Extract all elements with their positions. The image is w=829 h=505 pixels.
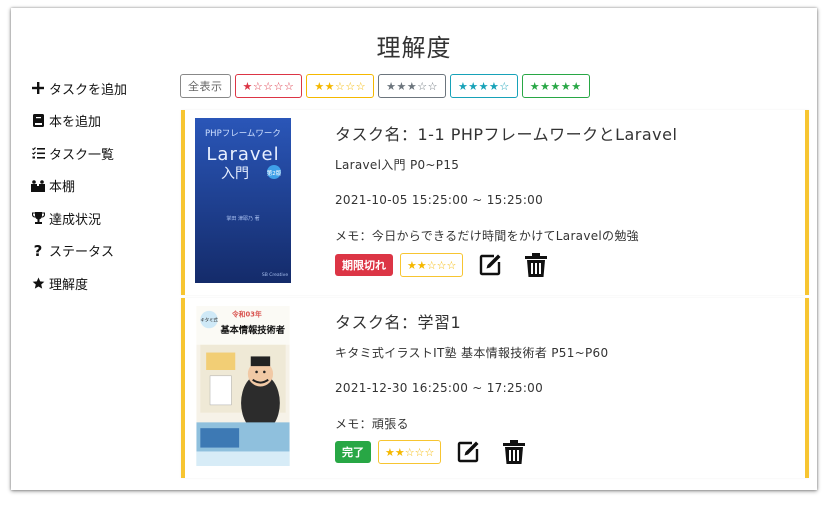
sidebar-item-label: 達成状況 bbox=[49, 212, 102, 228]
cover-publisher: SB Creative bbox=[262, 272, 288, 278]
delete-button[interactable] bbox=[501, 439, 527, 465]
sidebar-item-task-list[interactable]: タスク一覧 bbox=[31, 137, 181, 170]
filter-all-button[interactable]: 全表示 bbox=[180, 74, 231, 98]
task-book: キタミ式イラストIT塾 基本情報技術者 P51~P60 bbox=[335, 346, 609, 360]
task-title: タスク名：1-1 PHPフレームワークとLaravel bbox=[335, 125, 678, 144]
sidebar-item-add-book[interactable]: 本を追加 bbox=[31, 105, 181, 138]
cover-author: 掌田 津耶乃 著 bbox=[226, 215, 259, 222]
sidebar-item-label: ステータス bbox=[49, 245, 115, 261]
filter-4-star-button[interactable]: ★★★★☆ bbox=[449, 74, 518, 98]
sidebar-item-status[interactable]: ? ステータス bbox=[31, 235, 181, 268]
edit-button[interactable] bbox=[477, 252, 503, 278]
question-icon: ? bbox=[33, 241, 43, 260]
bookshelf-icon bbox=[31, 179, 45, 192]
task-datetime: 2021-10-05 15:25:00 ~ 15:25:00 bbox=[335, 193, 544, 207]
status-badge: 完了 bbox=[335, 441, 371, 463]
task-card: 令和03年 キタミ式 基本情報技術者 タスク名：学習1 キタミ式イラストIT塾 … bbox=[181, 298, 809, 478]
book-cover-image: 令和03年 キタミ式 基本情報技術者 bbox=[196, 306, 290, 466]
task-title: タスク名：学習1 bbox=[335, 313, 462, 332]
trash-icon bbox=[525, 253, 548, 277]
task-memo: メモ：今日からできるだけ時間をかけてLaravelの勉強 bbox=[335, 229, 639, 243]
trash-icon bbox=[503, 440, 526, 464]
filter-2-star-button[interactable]: ★★☆☆☆ bbox=[306, 74, 375, 98]
edit-button[interactable] bbox=[455, 439, 481, 465]
sidebar-item-label: 本を追加 bbox=[49, 115, 102, 131]
star-icon bbox=[31, 277, 45, 290]
task-card: PHPフレームワーク Laravel 入門 第2版 掌田 津耶乃 著 SB Cr… bbox=[181, 110, 809, 295]
rating-badge: ★★☆☆☆ bbox=[400, 253, 464, 277]
sidebar-item-label: タスクを追加 bbox=[49, 82, 128, 98]
cover-series: キタミ式 bbox=[200, 317, 218, 324]
task-datetime: 2021-12-30 16:25:00 ~ 17:25:00 bbox=[335, 381, 544, 395]
plus-icon bbox=[31, 82, 45, 95]
main-frame: 理解度 タスクを追加 本を追加 タスク一覧 本棚 達成状況 ? ステータス 理解… bbox=[11, 8, 817, 490]
cover-year: 令和03年 bbox=[231, 310, 262, 319]
sidebar-item-label: タスク一覧 bbox=[49, 147, 115, 163]
filter-5-star-button[interactable]: ★★★★★ bbox=[521, 74, 590, 98]
sidebar-item-add-task[interactable]: タスクを追加 bbox=[31, 72, 181, 105]
task-info: タスク名：学習1 キタミ式イラストIT塾 基本情報技術者 P51~P60 202… bbox=[335, 306, 608, 432]
sidebar: タスクを追加 本を追加 タスク一覧 本棚 達成状況 ? ステータス 理解度 bbox=[31, 72, 181, 300]
sidebar-item-label: 理解度 bbox=[49, 277, 89, 293]
filter-3-star-button[interactable]: ★★★☆☆ bbox=[378, 74, 446, 98]
delete-button[interactable] bbox=[523, 252, 549, 278]
task-book: Laravel入門 P0~P15 bbox=[335, 158, 460, 172]
sidebar-item-understanding[interactable]: 理解度 bbox=[31, 267, 181, 300]
cover-title: 基本情報技術者 bbox=[219, 324, 284, 336]
task-memo: メモ：頑張る bbox=[335, 417, 409, 431]
filter-bar: 全表示 ★☆☆☆☆ ★★☆☆☆ ★★★☆☆ ★★★★☆ ★★★★★ bbox=[180, 74, 590, 98]
list-icon bbox=[31, 147, 45, 159]
book-icon bbox=[31, 114, 45, 128]
task-actions: 完了 ★★☆☆☆ bbox=[335, 439, 527, 465]
sidebar-item-label: 本棚 bbox=[49, 180, 76, 196]
sidebar-item-bookshelf[interactable]: 本棚 bbox=[31, 170, 181, 203]
cover-title-2: 入門 bbox=[221, 166, 249, 182]
edit-icon bbox=[458, 441, 479, 463]
cover-edition: 第2版 bbox=[267, 169, 282, 177]
cover-title: Laravel bbox=[206, 144, 279, 165]
rating-badge: ★★☆☆☆ bbox=[378, 440, 442, 464]
book-cover-image: PHPフレームワーク Laravel 入門 第2版 掌田 津耶乃 著 SB Cr… bbox=[195, 118, 291, 283]
task-actions: 期限切れ ★★☆☆☆ bbox=[335, 252, 549, 278]
task-info: タスク名：1-1 PHPフレームワークとLaravel Laravel入門 P0… bbox=[335, 118, 677, 244]
cover-subtitle: PHPフレームワーク bbox=[205, 129, 281, 139]
trophy-icon bbox=[31, 212, 45, 225]
sidebar-item-achievement[interactable]: 達成状況 bbox=[31, 202, 181, 235]
filter-1-star-button[interactable]: ★☆☆☆☆ bbox=[234, 74, 303, 98]
status-badge: 期限切れ bbox=[335, 254, 393, 276]
page-title: 理解度 bbox=[376, 34, 452, 62]
edit-icon bbox=[480, 254, 501, 276]
